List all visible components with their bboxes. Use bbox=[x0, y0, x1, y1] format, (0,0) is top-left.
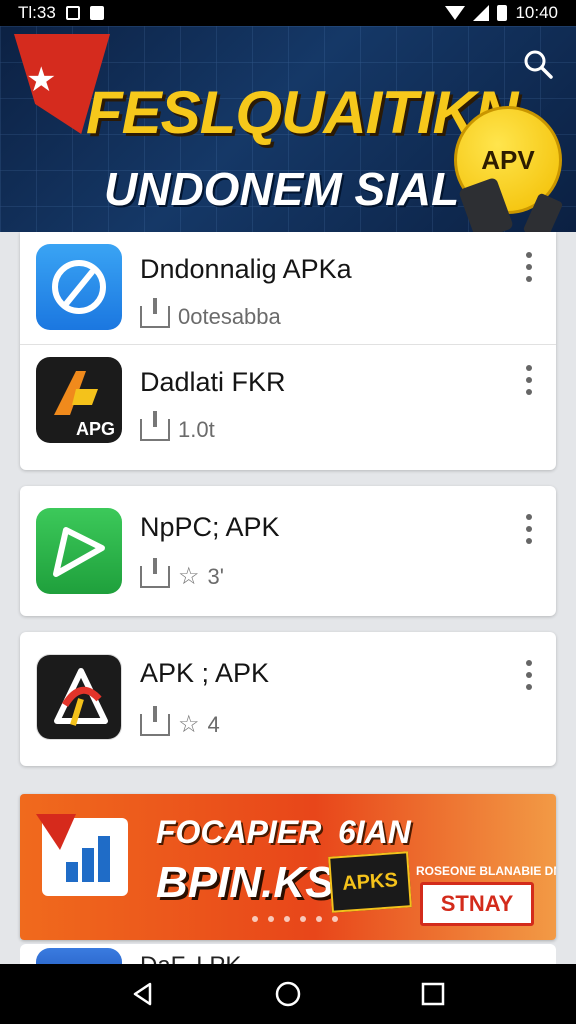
app-icon-dark: APG bbox=[36, 357, 122, 443]
more-options-icon[interactable] bbox=[524, 252, 534, 282]
notification-icon bbox=[65, 6, 80, 20]
star-icon: ☆ bbox=[178, 711, 200, 738]
app-title: APK ; APK bbox=[140, 658, 270, 688]
search-icon[interactable] bbox=[522, 48, 554, 80]
app-card[interactable]: APK ; APK ☆ 4 bbox=[20, 632, 556, 766]
signal-icon bbox=[473, 5, 490, 21]
app-card[interactable]: NpPC; APK ☆ 3' bbox=[20, 486, 556, 616]
apk-box: APKS bbox=[328, 851, 412, 913]
app-title: Dadlati FKR bbox=[140, 367, 286, 397]
promo-banner[interactable]: FOCAPIER BPIN.KS 6IAN APKS ROSEONE BLANA… bbox=[20, 794, 556, 940]
app-row[interactable]: NpPC; APK ☆ 3' bbox=[20, 486, 556, 616]
hero-subtitle: UNDONEM SIAL bbox=[104, 163, 460, 215]
battery-icon bbox=[497, 5, 508, 21]
app-title: NpPC; APK bbox=[140, 512, 280, 542]
banner-line3: 6IAN bbox=[338, 814, 411, 850]
app-row[interactable]: Dndonnalig APKa 0otesabba bbox=[20, 232, 556, 344]
banner-cta-button[interactable]: STNAY bbox=[420, 882, 534, 926]
app-row[interactable]: APG Dadlati FKR 1.0t bbox=[20, 344, 556, 456]
status-clock: 10:40 bbox=[515, 3, 558, 22]
more-options-icon[interactable] bbox=[524, 514, 534, 544]
hero-title: FESLQUAITIKN bbox=[86, 79, 518, 146]
app-meta: 0otesabba bbox=[140, 298, 281, 330]
banner-subtext: ROSEONE BLANABIE DN bbox=[416, 864, 556, 878]
more-options-icon[interactable] bbox=[524, 660, 534, 690]
status-bar: Tl:33 10:40 bbox=[0, 0, 576, 26]
star-icon: ★ bbox=[26, 61, 57, 99]
app-meta: 1.0t bbox=[140, 411, 215, 443]
app-meta-text: 0otesabba bbox=[178, 304, 281, 329]
app-icon-blue bbox=[36, 244, 122, 330]
app-title: Dndonnalig APKa bbox=[140, 254, 352, 284]
banner-line1: FOCAPIER bbox=[156, 814, 322, 850]
star-icon: ☆ bbox=[178, 563, 200, 590]
app-meta-text: 1.0t bbox=[178, 417, 215, 442]
app-meta: ☆ 4 bbox=[140, 705, 220, 739]
app-icon-green bbox=[36, 508, 122, 594]
download-icon bbox=[140, 705, 170, 736]
home-icon[interactable] bbox=[273, 979, 303, 1009]
app-rating: 3' bbox=[207, 563, 224, 589]
carousel-dots[interactable] bbox=[252, 916, 338, 922]
notification-icon-2 bbox=[89, 6, 104, 20]
recents-icon[interactable] bbox=[418, 979, 448, 1009]
back-icon[interactable] bbox=[128, 979, 158, 1009]
app-icon-white bbox=[36, 654, 122, 740]
more-options-icon[interactable] bbox=[524, 365, 534, 395]
download-icon bbox=[140, 557, 170, 588]
download-icon bbox=[140, 298, 170, 328]
navigation-bar bbox=[0, 964, 576, 1024]
banner-line2: BPIN.KS bbox=[156, 858, 335, 907]
app-rating: 4 bbox=[207, 711, 220, 737]
hero-header: ★ FESLQUAITIKN UNDONEM SIAL APV bbox=[0, 26, 576, 232]
download-icon bbox=[140, 411, 170, 441]
status-time: Tl:33 bbox=[18, 3, 56, 22]
app-list-card: Dndonnalig APKa 0otesabba APG Dadlati FK… bbox=[20, 232, 556, 470]
app-meta: ☆ 3' bbox=[140, 557, 224, 591]
app-row[interactable]: APK ; APK ☆ 4 bbox=[20, 632, 556, 766]
wifi-icon bbox=[445, 6, 466, 20]
app-icon-label: APG bbox=[76, 419, 116, 439]
